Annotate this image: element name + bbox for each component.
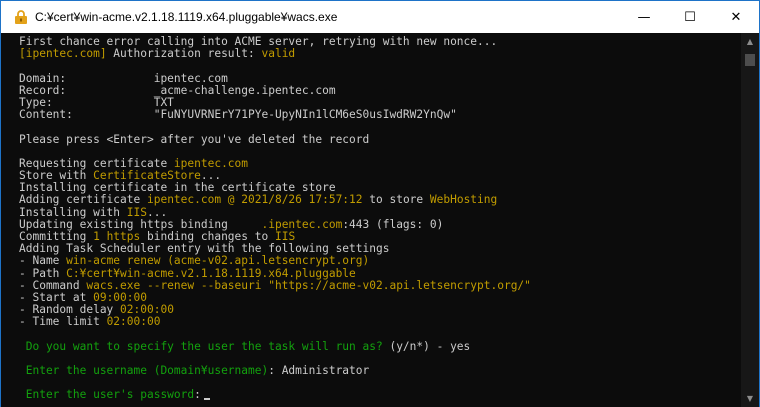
- console-text-segment: .ipentec.com: [261, 217, 343, 231]
- console-text-segment: Installing with: [19, 205, 127, 219]
- console-text-segment: Do you want to specify the user the task…: [19, 339, 383, 353]
- console-text-segment: 09:00:00: [93, 290, 147, 304]
- scroll-down-arrow-icon[interactable]: ▼: [741, 390, 759, 407]
- console-text-segment: :: [194, 388, 201, 402]
- text-cursor: [203, 398, 210, 401]
- vertical-scrollbar[interactable]: ▲ ▼: [741, 33, 759, 407]
- console-text-segment: 1 https: [93, 230, 141, 243]
- maximize-button[interactable]: ☐: [667, 1, 713, 33]
- console-text-segment: : Administrator: [268, 364, 370, 378]
- console-text-segment: - Random delay: [19, 303, 121, 317]
- console-text-segment: ...: [147, 205, 168, 219]
- console-text-segment: - Time limit: [19, 315, 107, 329]
- console-text-segment: ipentec.com: [173, 156, 249, 170]
- console-line: Enter the username (Domain¥username): Ad…: [19, 364, 531, 378]
- console-text-segment: - Start at: [19, 290, 94, 304]
- console-text-segment: 02:00:00: [120, 303, 174, 317]
- window-title: C:¥cert¥win-acme.v2.1.18.1119.x64.plugga…: [35, 10, 338, 24]
- console-text-segment: Content: "FuNYUVRNErY71PYe-UpyNIn1lCM6eS…: [19, 108, 457, 122]
- console-text-segment: Enter the username (Domain¥username): [19, 364, 269, 378]
- console-text-segment: First chance error calling into ACME ser…: [19, 35, 498, 48]
- console-output[interactable]: First chance error calling into ACME ser…: [1, 33, 741, 407]
- title-bar[interactable]: C:¥cert¥win-acme.v2.1.18.1119.x64.plugga…: [1, 1, 759, 33]
- console-text-segment: Enter the user's password: [19, 388, 195, 402]
- console-line: [ipentec.com] Authorization result: vali…: [19, 48, 531, 60]
- console-text-segment: IIS: [274, 230, 296, 243]
- console-text-segment: ...: [200, 169, 222, 183]
- minimize-button[interactable]: —: [621, 1, 667, 33]
- console-line: - Time limit 02:00:00: [19, 316, 531, 328]
- console-text-segment: binding changes to: [140, 230, 275, 243]
- console-text-segment: [ipentec.com]: [19, 47, 107, 61]
- console-text-segment: :443 (flags: 0): [342, 217, 444, 231]
- console-text-segment: ipentec.com @ 2021/8/26 17:57:12: [146, 193, 363, 207]
- window-controls: — ☐ ✕: [621, 1, 759, 33]
- console-text-segment: (y/n*) - yes: [382, 339, 471, 353]
- console-line: Do you want to specify the user the task…: [19, 339, 531, 353]
- lock-icon: [15, 10, 27, 24]
- console-text-segment: Requesting certificate: [19, 156, 174, 170]
- console-text-segment: wacs.exe --renew --baseuri "https://acme…: [86, 278, 531, 292]
- console-text-segment: WebHosting: [429, 193, 498, 207]
- console-text-segment: win-acme renew (acme-v02.api.letsencrypt…: [66, 254, 370, 268]
- console-line: Enter the user's password:: [19, 389, 531, 401]
- console-text-segment: Adding certificate: [19, 193, 147, 207]
- console-text-segment: Installing certificate in the certificat…: [19, 181, 336, 195]
- console-text-segment: 02:00:00: [106, 315, 161, 329]
- console-line: Please press <Enter> after you've delete…: [19, 132, 531, 146]
- console-text-segment: CertificateStore: [93, 169, 201, 183]
- console-text-segment: Authorization result:: [106, 47, 262, 61]
- close-button[interactable]: ✕: [713, 1, 759, 33]
- console-text-segment: to store: [362, 193, 430, 207]
- console-text-segment: Adding Task Scheduler entry with the fol…: [19, 242, 390, 256]
- console-window: C:¥cert¥win-acme.v2.1.18.1119.x64.plugga…: [0, 0, 760, 407]
- scroll-up-arrow-icon[interactable]: ▲: [741, 33, 759, 50]
- console-text-segment: Updating existing https binding: [19, 217, 262, 231]
- console-text-segment: Committing: [19, 230, 94, 243]
- console-text-segment: C:¥cert¥win-acme.v2.1.18.1119.x64.plugga…: [66, 266, 356, 280]
- console-lines: First chance error calling into ACME ser…: [19, 35, 531, 402]
- console-text-segment: Record: _acme-challenge.ipentec.com: [19, 83, 336, 97]
- console-text-segment: Store with: [19, 169, 94, 183]
- console-text-segment: - Command: [19, 278, 87, 292]
- console-text-segment: Please press <Enter> after you've delete…: [19, 132, 370, 146]
- console-text-segment: - Path: [19, 266, 67, 280]
- console-text-segment: valid: [261, 47, 296, 61]
- console-text-segment: Domain: ipentec.com: [19, 71, 228, 85]
- console-text-segment: IIS: [126, 205, 147, 219]
- scrollbar-thumb[interactable]: [745, 54, 755, 66]
- console-text-segment: - Name: [19, 254, 67, 268]
- console-line: Content: "FuNYUVRNErY71PYe-UpyNIn1lCM6eS…: [19, 109, 531, 121]
- console-text-segment: Type: TXT: [19, 95, 174, 109]
